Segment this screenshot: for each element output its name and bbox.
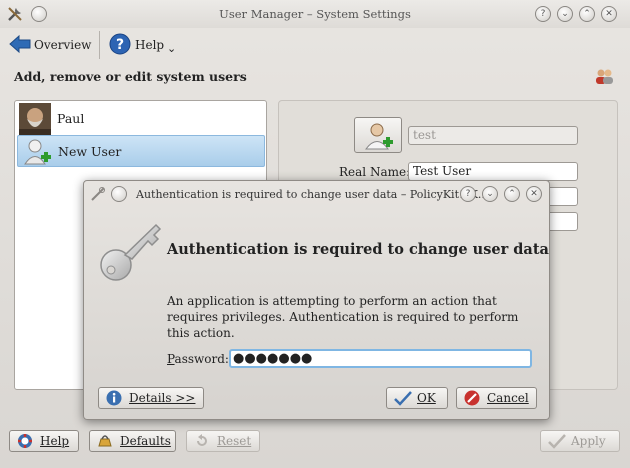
- help-button-label: Help: [40, 434, 70, 448]
- maximize-button[interactable]: ⌃: [579, 6, 595, 22]
- user-avatar-icon: [363, 120, 395, 155]
- defaults-button-label: Defaults: [120, 434, 171, 448]
- password-label: Password:: [167, 352, 229, 366]
- info-icon: [106, 390, 122, 412]
- back-arrow-icon: [9, 34, 31, 57]
- dialog-close-button[interactable]: ✕: [526, 186, 542, 202]
- new-user-icon: [22, 137, 52, 170]
- dialog-tools-icon[interactable]: [90, 186, 106, 205]
- svg-text:?: ?: [116, 37, 124, 53]
- user-name: New User: [58, 144, 122, 159]
- reset-button-label: Reset: [217, 434, 252, 448]
- users-icon: [594, 66, 614, 89]
- cancel-button[interactable]: Cancel: [456, 387, 537, 409]
- help-buoy-icon: [17, 433, 33, 455]
- password-input[interactable]: ●●●●●●●: [229, 349, 532, 368]
- help-icon: ?: [109, 33, 131, 58]
- cancel-icon: [464, 390, 480, 412]
- list-item[interactable]: New User: [17, 135, 265, 167]
- help-button[interactable]: Help: [9, 430, 79, 452]
- help-title-button[interactable]: ?: [535, 6, 551, 22]
- overview-button[interactable]: Overview: [6, 30, 92, 58]
- avatar-picker-button[interactable]: [354, 117, 402, 153]
- details-button-label: Details >>: [129, 391, 196, 405]
- help-label: Help: [135, 38, 165, 52]
- page-heading: Add, remove or edit system users: [14, 69, 247, 84]
- apply-button[interactable]: Apply: [540, 430, 620, 452]
- user-name: Paul: [57, 111, 85, 126]
- help-menu-button[interactable]: ? Help ⌄: [107, 30, 181, 58]
- reset-button[interactable]: Reset: [186, 430, 260, 452]
- avatar: [19, 103, 51, 138]
- dialog-help-button[interactable]: ?: [460, 186, 476, 202]
- dialog-minimize-button[interactable]: ⌄: [482, 186, 498, 202]
- chevron-down-icon: ⌄: [167, 42, 177, 55]
- real-name-field[interactable]: Test User: [408, 162, 578, 181]
- password-label-rest: assword:: [174, 352, 229, 366]
- dialog-maximize-button[interactable]: ⌃: [504, 186, 520, 202]
- reset-icon: [194, 433, 210, 455]
- minimize-button[interactable]: ⌄: [557, 6, 573, 22]
- toolbar: Overview ? Help ⌄: [0, 28, 630, 62]
- overview-label: Overview: [34, 38, 92, 52]
- ok-button-label: OK: [417, 391, 436, 405]
- list-item[interactable]: Paul: [17, 103, 265, 135]
- ok-button[interactable]: OK: [386, 387, 448, 409]
- authentication-dialog: Authentication is required to change use…: [83, 180, 550, 420]
- checkmark-icon: [394, 390, 412, 412]
- dialog-title: Authentication is required to change use…: [136, 188, 489, 201]
- username-field[interactable]: test: [408, 126, 578, 145]
- real-name-label: Real Name:: [339, 165, 411, 179]
- details-button[interactable]: Details >>: [98, 387, 204, 409]
- dialog-heading: Authentication is required to change use…: [167, 241, 549, 258]
- dialog-message: An application is attempting to perform …: [167, 294, 519, 340]
- window-titlebar: User Manager – System Settings ? ⌄ ⌃ ✕: [0, 0, 630, 28]
- defaults-icon: [97, 433, 113, 455]
- close-button[interactable]: ✕: [601, 6, 617, 22]
- apply-button-label: Apply: [571, 434, 606, 448]
- defaults-button[interactable]: Defaults: [89, 430, 176, 452]
- toolbar-separator: [99, 31, 100, 59]
- cancel-button-label: Cancel: [487, 391, 529, 405]
- checkmark-icon: [548, 433, 566, 455]
- dialog-menu-button[interactable]: [111, 186, 127, 202]
- key-icon: [98, 219, 164, 288]
- dialog-titlebar: Authentication is required to change use…: [84, 181, 549, 207]
